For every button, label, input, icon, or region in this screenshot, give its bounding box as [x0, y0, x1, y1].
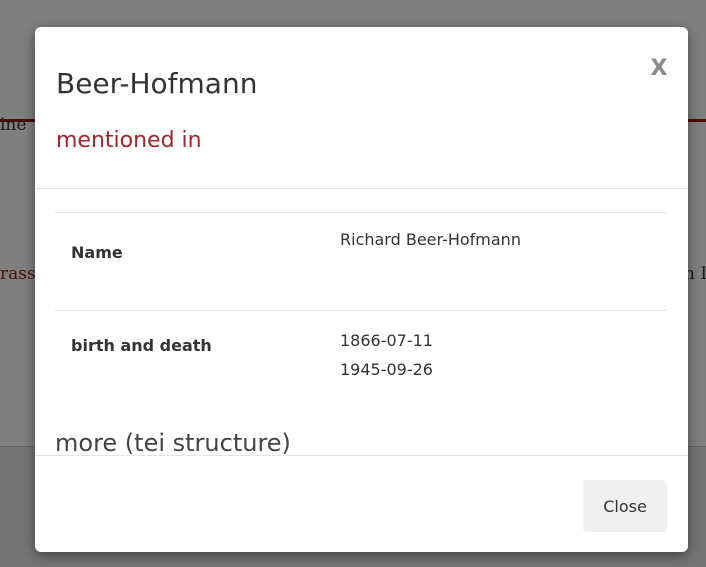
close-icon[interactable]: X [647, 55, 671, 83]
modal-subtitle: mentioned in [56, 128, 202, 153]
birth-death-label: birth and death [71, 336, 212, 355]
name-value: Richard Beer-Hofmann [339, 212, 667, 311]
more-tei-structure-link[interactable]: more (tei structure) [55, 429, 667, 457]
close-button[interactable]: Close [583, 480, 667, 532]
modal-body: Name Richard Beer-Hofmann birth and deat… [55, 212, 667, 457]
table-row-name: Name Richard Beer-Hofmann [55, 212, 667, 311]
entity-modal: Beer-Hofmann mentioned in X Name Richard… [35, 27, 688, 552]
birth-date: 1866-07-11 [340, 331, 433, 350]
modal-title: Beer-Hofmann [56, 67, 258, 100]
modal-header: Beer-Hofmann mentioned in X [35, 27, 688, 189]
table-row-birth-death: birth and death 1866-07-11 1945-09-26 [55, 311, 667, 418]
name-value-text: Richard Beer-Hofmann [340, 230, 521, 249]
modal-footer: Close [35, 455, 688, 553]
death-date: 1945-09-26 [340, 360, 433, 379]
birth-death-value: 1866-07-11 1945-09-26 [339, 311, 667, 418]
name-label: Name [55, 212, 339, 311]
entity-info-table: Name Richard Beer-Hofmann birth and deat… [55, 212, 667, 417]
